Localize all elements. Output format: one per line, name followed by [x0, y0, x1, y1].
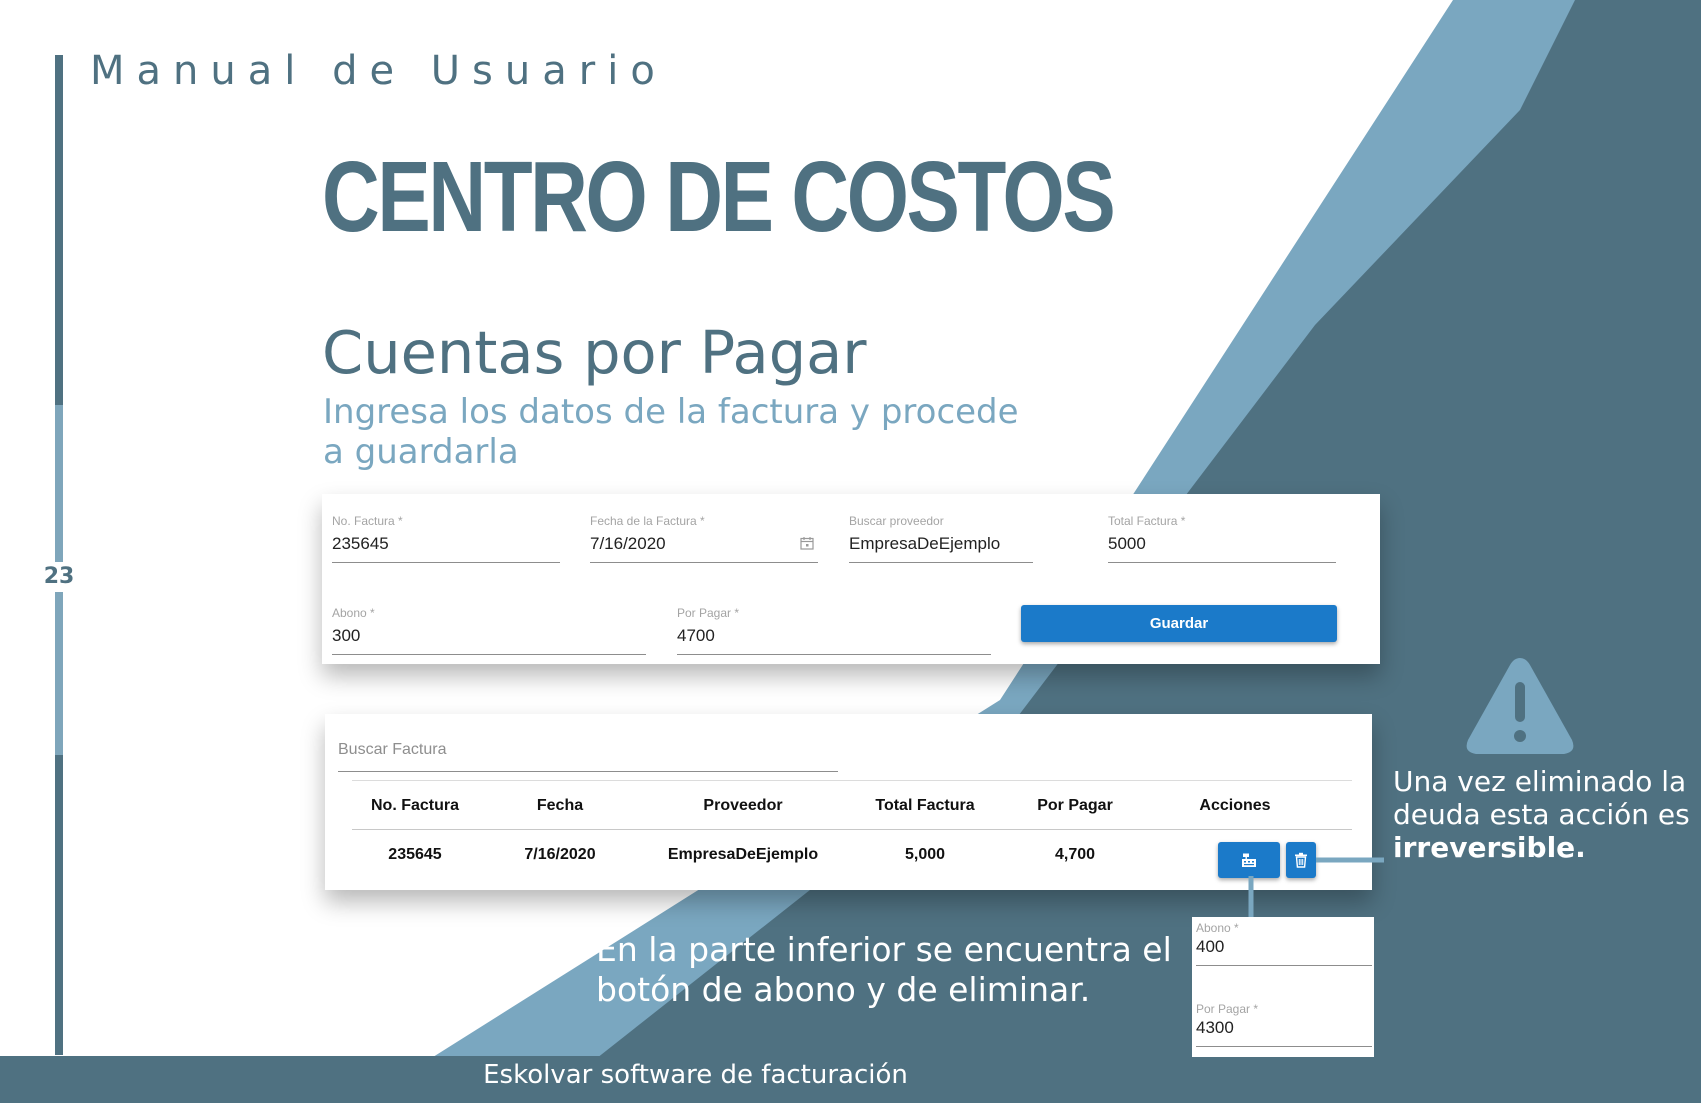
callout-payment-input[interactable]: 400: [1196, 937, 1372, 966]
warning-text: Una vez eliminado la deuda esta acción e…: [1393, 765, 1693, 864]
bottom-note: En la parte inferior se encuentra el bot…: [596, 930, 1172, 1009]
warning-message: Una vez eliminado la deuda esta acción e…: [1393, 765, 1690, 831]
callout-balance-field[interactable]: Por Pagar * 4300: [1196, 1002, 1372, 1047]
callout-balance-label: Por Pagar *: [1196, 1002, 1259, 1016]
footer-text: Eskolvar software de facturación: [483, 1060, 908, 1090]
callout-balance-input[interactable]: 4300: [1196, 1018, 1372, 1047]
payment-callout-form: Abono * 400 Por Pagar * 4300: [1192, 917, 1374, 1057]
warning-emphasis: irreversible.: [1393, 831, 1586, 864]
warning-icon: [1466, 658, 1574, 754]
callout-payment-label: Abono *: [1196, 921, 1239, 935]
callout-payment-field[interactable]: Abono * 400: [1196, 921, 1372, 966]
